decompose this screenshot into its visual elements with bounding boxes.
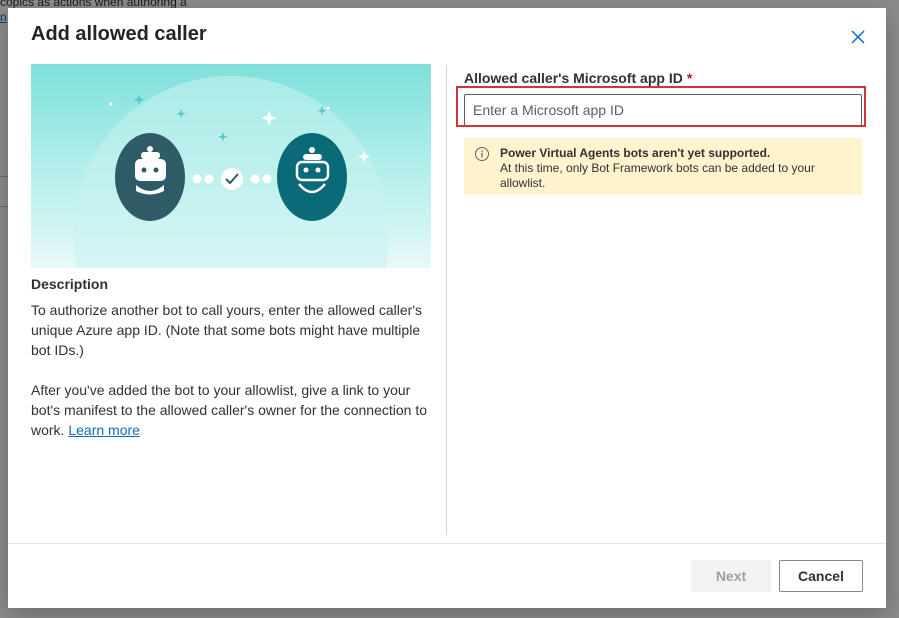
warning-body: At this time, only Bot Framework bots ca…	[500, 161, 815, 190]
app-id-label: Allowed caller's Microsoft app ID *	[464, 70, 864, 86]
footer-divider	[8, 543, 886, 544]
close-icon	[851, 30, 865, 44]
bot-icon	[115, 133, 185, 221]
warning-title: Power Virtual Agents bots aren't yet sup…	[500, 146, 771, 160]
description-paragraph: After you've added the bot to your allow…	[31, 380, 431, 440]
column-divider	[446, 65, 447, 535]
required-marker: *	[686, 70, 693, 86]
cancel-button[interactable]: Cancel	[779, 560, 863, 592]
description-paragraph: To authorize another bot to call yours, …	[31, 302, 423, 358]
description-heading: Description	[31, 276, 109, 292]
close-button[interactable]	[846, 25, 870, 49]
next-button[interactable]: Next	[691, 560, 771, 592]
info-icon	[475, 147, 489, 161]
bot-connection-illustration	[31, 64, 431, 268]
app-id-form: Allowed caller's Microsoft app ID* Power…	[456, 70, 866, 195]
learn-more-link[interactable]: Learn more	[68, 422, 140, 438]
app-id-label-text: Allowed caller's Microsoft app ID	[464, 70, 683, 86]
description-panel: Description To authorize another bot to …	[31, 64, 431, 440]
add-allowed-caller-dialog: Add allowed caller Description To author…	[8, 8, 886, 608]
warning-message-bar: Power Virtual Agents bots aren't yet sup…	[464, 138, 862, 195]
bot-icon	[277, 133, 347, 221]
input-highlight-box	[456, 86, 866, 127]
dialog-title: Add allowed caller	[31, 23, 207, 45]
